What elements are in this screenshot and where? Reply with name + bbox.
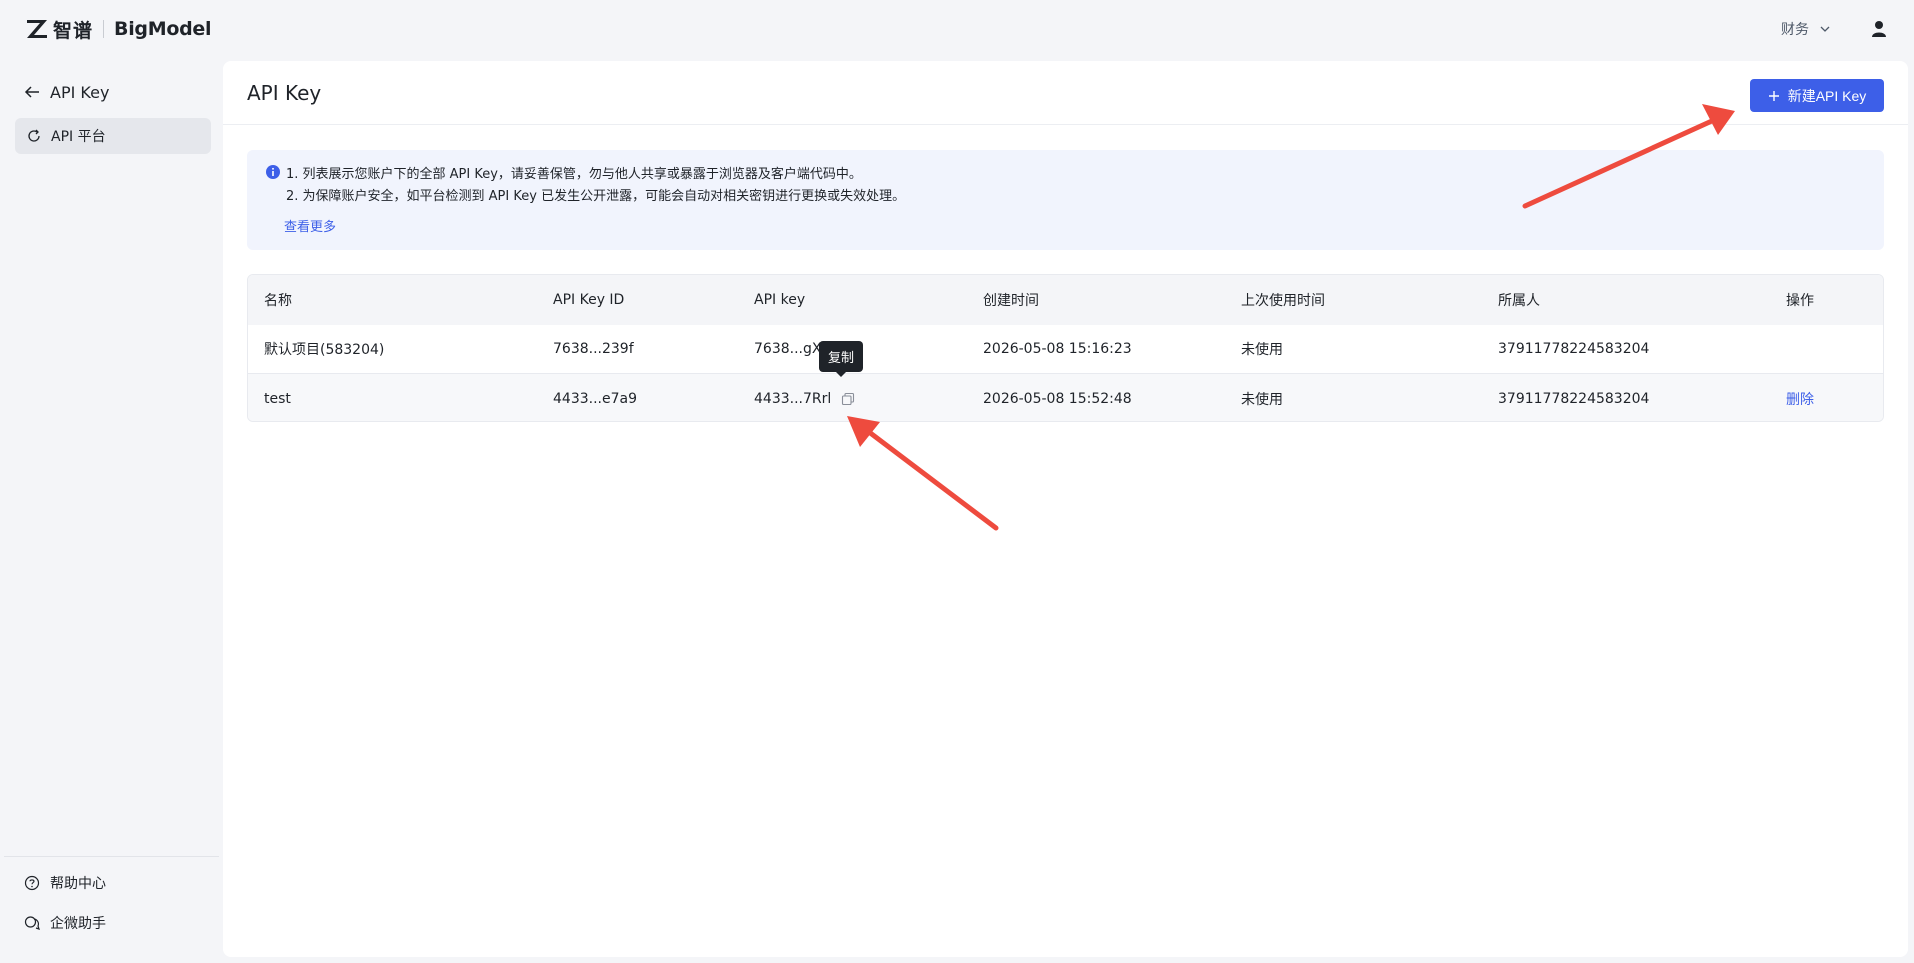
refresh-icon [28, 129, 40, 142]
chevron-down-icon [1820, 26, 1830, 32]
help-center-link[interactable]: 帮助中心 [24, 872, 106, 894]
zhipu-logo-icon [27, 20, 47, 38]
row-last-used: 未使用 [1241, 391, 1283, 408]
row-owner: 37911778224583204 [1498, 341, 1650, 357]
help-center-label: 帮助中心 [50, 876, 106, 892]
info-notice: 1. 列表展示您账户下的全部 API Key，请妥善保管，勿与他人共享或暴露于浏… [247, 150, 1884, 250]
brand-name-cn: 智谱 [53, 19, 94, 42]
delete-link[interactable]: 删除 [1786, 374, 1814, 421]
top-bar: 智谱 BigModel 财务 [0, 0, 1914, 58]
notice-line-2: 2. 为保障账户安全，如平台检测到 API Key 已发生公开泄露，可能会自动对… [286, 189, 906, 204]
row-created: 2026-05-08 15:52:48 [983, 390, 1132, 407]
table-row: test 4433...e7a9 4433...7Rrl 2026-05-08 … [248, 374, 1883, 421]
column-header-api-key: API key [754, 292, 806, 308]
plus-icon [1768, 90, 1779, 101]
main-panel: API Key 新建API Key 1. 列表展示您账户下的全部 API Key… [223, 61, 1908, 957]
row-name: test [264, 390, 291, 407]
row-owner: 37911778224583204 [1498, 390, 1650, 407]
column-header-created: 创建时间 [983, 293, 1039, 309]
column-header-last-used: 上次使用时间 [1241, 293, 1325, 309]
column-header-name: 名称 [264, 293, 292, 309]
view-more-link[interactable]: 查看更多 [284, 216, 336, 235]
back-to-api-key[interactable]: API Key [24, 79, 109, 105]
back-label: API Key [50, 82, 110, 102]
notice-line-1: 1. 列表展示您账户下的全部 API Key，请妥善保管，勿与他人共享或暴露于浏… [286, 167, 862, 182]
row-last-used: 未使用 [1241, 342, 1283, 358]
sidebar-item-label: API 平台 [51, 129, 106, 145]
copy-tooltip: 复制 [819, 341, 863, 377]
table-header: 名称 API Key ID API key 创建时间 上次使用时间 所属人 操作 [248, 275, 1883, 325]
row-key-id: 4433...e7a9 [553, 390, 637, 407]
new-api-key-label: 新建API Key [1787, 87, 1867, 104]
new-api-key-button[interactable]: 新建API Key [1750, 79, 1884, 112]
page-header: API Key 新建API Key [223, 61, 1908, 125]
sidebar-item-api-platform[interactable]: API 平台 [15, 118, 211, 154]
column-header-key-id: API Key ID [553, 292, 625, 308]
finance-label: 财务 [1781, 22, 1809, 38]
copy-icon[interactable] [841, 392, 855, 406]
page-title: API Key [247, 81, 322, 105]
table-row: 默认项目(583204) 7638...239f 7638...gXV 2026… [248, 325, 1883, 374]
info-icon [266, 165, 280, 179]
row-created: 2026-05-08 15:16:23 [983, 341, 1132, 357]
row-api-key: 4433...7Rrl [754, 374, 855, 421]
row-api-key-value: 4433...7Rrl [754, 390, 832, 407]
help-circle-icon [24, 875, 40, 891]
sidebar-divider [4, 856, 219, 857]
user-icon[interactable] [1869, 19, 1889, 39]
column-header-owner: 所属人 [1498, 293, 1540, 309]
brand-separator [103, 20, 105, 38]
chat-bubbles-icon [24, 916, 40, 930]
arrow-left-icon [24, 86, 39, 98]
wecom-assistant-label: 企微助手 [50, 916, 106, 932]
brand-logo[interactable]: 智谱 BigModel [26, 16, 211, 42]
finance-menu[interactable]: 财务 [1781, 19, 1831, 39]
row-name: 默认项目(583204) [264, 342, 385, 358]
row-key-id: 7638...239f [553, 341, 634, 357]
wecom-assistant-link[interactable]: 企微助手 [24, 912, 106, 934]
sidebar: API Key API 平台 帮助中心 企微助手 [0, 58, 223, 963]
column-header-action: 操作 [1786, 293, 1814, 309]
api-key-table: 名称 API Key ID API key 创建时间 上次使用时间 所属人 操作… [247, 274, 1884, 422]
brand-name-en: BigModel [114, 18, 212, 40]
